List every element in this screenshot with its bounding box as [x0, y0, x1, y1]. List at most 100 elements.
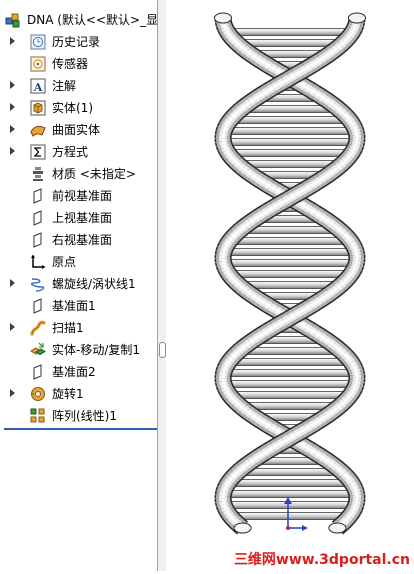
base-pair-rung [244, 227, 336, 234]
watermark-text: 三维网www.3dportal.cn [234, 549, 410, 569]
base-pair-rung [234, 238, 347, 245]
sweep-icon [30, 320, 46, 336]
expand-arrow-icon[interactable] [10, 323, 15, 331]
material-icon [30, 166, 46, 182]
splitter-grip-icon[interactable] [159, 342, 166, 358]
base-pair-rung [244, 403, 336, 410]
base-pair-rung [231, 29, 348, 36]
tree-item-label: 右视基准面 [52, 232, 112, 248]
base-pair-rung [243, 282, 337, 289]
plane-icon [30, 364, 46, 380]
tree-item-origin[interactable]: 原点 [0, 251, 157, 273]
plane-icon [30, 298, 46, 314]
sensor-icon [30, 56, 46, 72]
expand-arrow-icon[interactable] [10, 125, 15, 133]
tree-item-sensors[interactable]: 传感器 [0, 53, 157, 75]
linear-pattern-icon [30, 408, 46, 424]
surface-bodies-icon [30, 122, 46, 138]
strand-end-cap [349, 13, 366, 23]
base-pair-rung [242, 469, 338, 476]
tree-root-label: DNA (默认<<默认>_显 [27, 12, 157, 28]
tree-item-label: 原点 [52, 254, 76, 270]
svg-text:A: A [33, 81, 43, 94]
base-pair-rung [234, 117, 345, 124]
tree-item-label: 上视基准面 [52, 210, 112, 226]
tree-item-label: 基准面2 [52, 364, 96, 380]
expand-arrow-icon[interactable] [10, 37, 15, 45]
base-pair-rung [234, 513, 345, 520]
base-pair-rung [227, 491, 352, 498]
tree-item-label: 曲面实体 [52, 122, 100, 138]
tree-item-plane1[interactable]: 基准面1 [0, 295, 157, 317]
tree-item-equations[interactable]: 方程式 [0, 141, 157, 163]
expand-arrow-icon[interactable] [10, 81, 15, 89]
base-pair-rung [234, 392, 347, 399]
base-pair-rung [232, 150, 348, 157]
helix-icon [30, 276, 46, 292]
equations-icon [30, 144, 46, 160]
base-pair-rung [227, 139, 352, 146]
tree-item-solid-bodies[interactable]: 实体(1) [0, 97, 157, 119]
tree-item-top-plane[interactable]: 上视基准面 [0, 207, 157, 229]
move-copy-body-icon [30, 342, 46, 358]
tree-root[interactable]: DNA (默认<<默认>_显 [0, 9, 157, 31]
expand-arrow-icon[interactable] [10, 147, 15, 155]
dna-model-view [166, 0, 414, 571]
origin-icon [30, 254, 46, 270]
tree-item-label: 扫描1 [52, 320, 84, 336]
tree-item-helix[interactable]: 螺旋线/涡状线1 [0, 273, 157, 295]
base-pair-rung [232, 480, 348, 487]
tree-item-label: 基准面1 [52, 298, 96, 314]
tree-item-surface-bodies[interactable]: 曲面实体 [0, 119, 157, 141]
solid-bodies-icon [30, 100, 46, 116]
base-pair-rung [228, 370, 353, 377]
plane-icon [30, 232, 46, 248]
plane-icon [30, 188, 46, 204]
base-pair-rung [243, 348, 337, 355]
plane-icon [30, 210, 46, 226]
tree-item-sweep1[interactable]: 扫描1 [0, 317, 157, 339]
feature-manager-tree: DNA (默认<<默认>_显 历史记录 传感器 A 注解 实体(1) 曲面实体 [0, 0, 157, 571]
tree-item-move-copy-body[interactable]: 实体-移动/复制1 [0, 339, 157, 361]
expand-arrow-icon[interactable] [10, 103, 15, 111]
tree-item-label: 实体-移动/复制1 [52, 342, 140, 358]
strand-end-cap [215, 13, 232, 23]
base-pair-rung [228, 381, 352, 388]
tree-item-label: 螺旋线/涡状线1 [52, 276, 136, 292]
strand-end-cap [329, 523, 346, 533]
base-pair-rung [228, 249, 352, 256]
graphics-area[interactable] [166, 0, 414, 571]
tree-item-label: 材质 <未指定> [52, 166, 136, 182]
annotation-icon: A [30, 78, 46, 94]
tree-item-label: 实体(1) [52, 100, 93, 116]
expand-arrow-icon[interactable] [10, 389, 15, 397]
revolve-icon [30, 386, 46, 402]
tree-item-plane2[interactable]: 基准面2 [0, 361, 157, 383]
tree-item-front-plane[interactable]: 前视基准面 [0, 185, 157, 207]
panel-splitter[interactable] [158, 0, 166, 571]
tree-item-label: 旋转1 [52, 386, 84, 402]
part-icon [5, 12, 21, 28]
tree-item-history[interactable]: 历史记录 [0, 31, 157, 53]
base-pair-rung [242, 161, 338, 168]
tree-item-annotations[interactable]: A 注解 [0, 75, 157, 97]
base-pair-rung [233, 359, 347, 366]
tree-item-label: 历史记录 [52, 34, 100, 50]
rollback-bar[interactable] [4, 428, 157, 430]
tree-item-linear-pattern1[interactable]: 阵列(线性)1 [0, 405, 157, 427]
tree-item-label: 方程式 [52, 144, 88, 160]
tree-item-right-plane[interactable]: 右视基准面 [0, 229, 157, 251]
strand-end-cap [234, 523, 251, 533]
tree-item-material[interactable]: 材质 <未指定> [0, 163, 157, 185]
expand-arrow-icon[interactable] [10, 279, 15, 287]
base-pair-rung [228, 260, 353, 267]
tree-item-label: 注解 [52, 78, 76, 94]
tree-item-label: 阵列(线性)1 [52, 408, 117, 424]
base-pair-rung [233, 271, 347, 278]
tree-item-label: 前视基准面 [52, 188, 112, 204]
tree-item-revolve1[interactable]: 旋转1 [0, 383, 157, 405]
base-pair-rung [241, 40, 339, 47]
base-pair-rung [228, 128, 352, 135]
tree-item-label: 传感器 [52, 56, 88, 72]
history-icon [30, 34, 46, 50]
